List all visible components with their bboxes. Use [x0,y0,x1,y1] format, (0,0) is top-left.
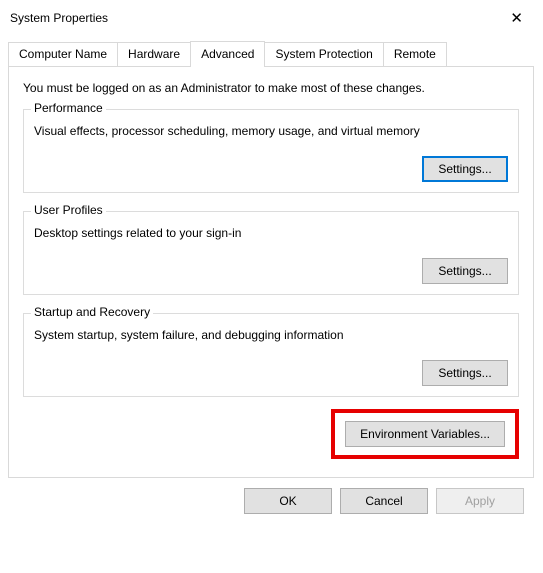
tab-strip: Computer Name Hardware Advanced System P… [8,40,534,66]
environment-variables-row: Environment Variables... [23,409,519,459]
tab-computer-name[interactable]: Computer Name [8,42,118,67]
group-startup-recovery-text: System startup, system failure, and debu… [34,328,508,342]
group-performance-text: Visual effects, processor scheduling, me… [34,124,508,138]
group-user-profiles-text: Desktop settings related to your sign-in [34,226,508,240]
group-startup-recovery-title: Startup and Recovery [31,305,153,319]
window-title: System Properties [10,11,108,25]
tab-system-protection[interactable]: System Protection [264,42,383,67]
environment-variables-button[interactable]: Environment Variables... [345,421,505,447]
admin-warning-text: You must be logged on as an Administrato… [23,81,519,95]
tab-advanced[interactable]: Advanced [190,41,265,67]
group-performance: Performance Visual effects, processor sc… [23,109,519,193]
group-user-profiles: User Profiles Desktop settings related t… [23,211,519,295]
group-user-profiles-title: User Profiles [31,203,106,217]
dialog-body: Computer Name Hardware Advanced System P… [0,36,543,524]
ok-button[interactable]: OK [244,488,332,514]
titlebar: System Properties ✕ [0,0,543,36]
group-startup-recovery: Startup and Recovery System startup, sys… [23,313,519,397]
cancel-button[interactable]: Cancel [340,488,428,514]
tab-hardware[interactable]: Hardware [117,42,191,67]
user-profiles-settings-button[interactable]: Settings... [422,258,508,284]
tab-remote[interactable]: Remote [383,42,447,67]
startup-recovery-settings-button[interactable]: Settings... [422,360,508,386]
performance-settings-button[interactable]: Settings... [422,156,508,182]
tab-panel-advanced: You must be logged on as an Administrato… [8,66,534,478]
highlight-annotation: Environment Variables... [331,409,519,459]
apply-button: Apply [436,488,524,514]
close-icon[interactable]: ✕ [502,7,531,29]
dialog-button-row: OK Cancel Apply [8,478,534,514]
group-performance-title: Performance [31,101,106,115]
